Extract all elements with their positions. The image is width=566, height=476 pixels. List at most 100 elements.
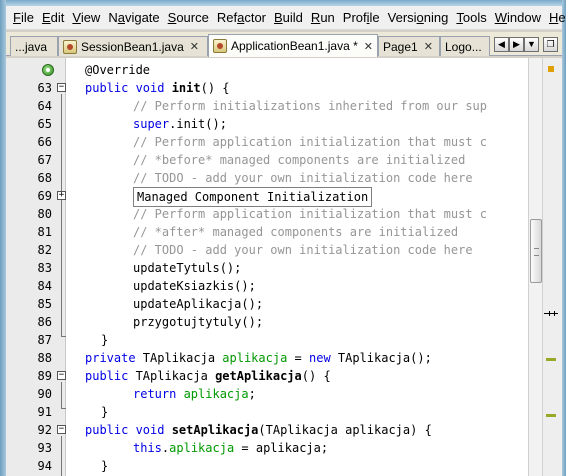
line-number: 65: [37, 117, 52, 131]
line-number: 67: [37, 153, 52, 167]
tab-label: Logo...: [445, 39, 482, 54]
menu-file[interactable]: File: [10, 6, 39, 30]
tab-java-partial[interactable]: ...java: [10, 36, 58, 56]
code-comment: // Perform application initialization th…: [133, 207, 488, 221]
code-text: }: [101, 405, 109, 419]
line-number: 83: [37, 261, 52, 275]
code-line: 84 updateKsiazkis();: [6, 277, 528, 295]
code-comment: // Perform initializations inherited fro…: [133, 99, 488, 113]
line-number: 81: [37, 225, 52, 239]
code-line: 66 // Perform application initialization…: [6, 133, 528, 151]
line-number: 91: [37, 405, 52, 419]
line-number: 80: [37, 207, 52, 221]
vertical-scrollbar[interactable]: [528, 58, 542, 476]
code-comment: // Perform application initialization th…: [133, 135, 488, 149]
code-text: return aplikacja;: [133, 387, 256, 401]
code-text: this.aplikacja = aplikacja;: [133, 441, 329, 455]
code-line: 88 private TAplikacja aplikacja = new TA…: [6, 349, 528, 367]
close-icon[interactable]: ✕: [190, 40, 199, 53]
override-annotation-icon[interactable]: [42, 64, 54, 76]
error-stripe[interactable]: [542, 58, 562, 476]
menu-refactor[interactable]: Refactor: [214, 6, 271, 30]
menu-source[interactable]: Source: [165, 6, 214, 30]
code-comment: // TODO - add your own initialization co…: [133, 243, 473, 257]
code-comment: // *before* managed components are initi…: [133, 153, 466, 167]
menu-profile[interactable]: Profile: [340, 6, 385, 30]
tab-label: ...java: [15, 39, 48, 54]
annotation-marker[interactable]: [546, 414, 556, 417]
warning-marker[interactable]: [548, 66, 554, 72]
tab-list-icon[interactable]: ▼: [524, 37, 539, 52]
tab-label: SessionBean1.java: [81, 39, 184, 54]
code-line: 94 }: [6, 457, 528, 475]
code-line: 85 updateAplikacja();: [6, 295, 528, 313]
caret-position-icon: [544, 310, 558, 318]
code-text: przygotujtytuly();: [133, 315, 264, 329]
menu-help[interactable]: Help: [546, 6, 566, 30]
code-comment: // TODO - add your own initialization co…: [133, 171, 473, 185]
code-text: updateTytuls();: [133, 261, 242, 275]
tab-logo[interactable]: Logo...: [440, 36, 490, 56]
code-line: 89 − public TAplikacja getAplikacja() {: [6, 367, 528, 385]
code-line: 68 // TODO - add your own initialization…: [6, 169, 528, 187]
line-number: 88: [37, 351, 52, 365]
menu-navigate[interactable]: Navigate: [105, 6, 164, 30]
menu-tools[interactable]: Tools: [453, 6, 491, 30]
code-text: private TAplikacja aplikacja = new TApli…: [85, 351, 432, 365]
code-line: 63 − public void init() {: [6, 79, 528, 97]
code-line: 69 + Managed Component Initialization: [6, 187, 528, 207]
java-file-icon: [213, 39, 227, 53]
line-number: 69: [37, 189, 52, 203]
code-text: updateAplikacja();: [133, 297, 264, 311]
collapse-fold-icon[interactable]: −: [57, 371, 66, 380]
code-text: updateKsiazkis();: [133, 279, 256, 293]
code-text: public void init() {: [85, 81, 230, 95]
restore-window-icon[interactable]: ❐: [543, 37, 558, 52]
line-number: 92: [37, 423, 52, 437]
line-number: 84: [37, 279, 52, 293]
menu-build[interactable]: Build: [271, 6, 308, 30]
menu-bar: File Edit View Navigate Source Refactor …: [6, 6, 566, 30]
tab-applicationbean1[interactable]: ApplicationBean1.java * ✕: [208, 34, 378, 57]
scroll-tabs-left-icon[interactable]: ◀: [494, 37, 509, 52]
code-line: 87 }: [6, 331, 528, 349]
code-comment: // *after* managed components are initia…: [133, 225, 459, 239]
line-number: 82: [37, 243, 52, 257]
menu-run[interactable]: Run: [308, 6, 340, 30]
code-line: @Override: [6, 61, 528, 79]
window-frame-right: [562, 0, 566, 476]
code-text: }: [101, 459, 109, 473]
collapse-fold-icon[interactable]: −: [57, 425, 66, 434]
menu-edit[interactable]: Edit: [39, 6, 69, 30]
annotation-marker[interactable]: [546, 358, 556, 361]
code-text: super.init();: [133, 117, 227, 131]
line-number: 87: [37, 333, 52, 347]
close-icon[interactable]: ✕: [364, 40, 373, 53]
close-icon[interactable]: ✕: [424, 40, 433, 53]
line-number: 64: [37, 99, 52, 113]
tab-page1[interactable]: Page1 ✕: [378, 36, 440, 56]
code-line: 81 // *after* managed components are ini…: [6, 223, 528, 241]
tab-label: ApplicationBean1.java *: [231, 39, 358, 53]
java-file-icon: [63, 39, 77, 54]
code-text: @Override: [85, 63, 151, 77]
menu-window[interactable]: Window: [492, 6, 546, 30]
folded-code-block[interactable]: Managed Component Initialization: [133, 187, 373, 207]
line-number: 63: [37, 81, 52, 95]
tab-sessionbean1[interactable]: SessionBean1.java ✕: [58, 36, 208, 56]
code-editor[interactable]: @Override 63 − public void init() { 64 /…: [6, 58, 528, 476]
code-line: 90 return aplikacja;: [6, 385, 528, 403]
code-text: }: [101, 333, 109, 347]
scrollbar-thumb[interactable]: [530, 219, 542, 283]
expand-fold-icon[interactable]: +: [57, 191, 66, 200]
code-line: 82 // TODO - add your own initialization…: [6, 241, 528, 259]
collapse-fold-icon[interactable]: −: [57, 83, 66, 92]
menu-view[interactable]: View: [69, 6, 105, 30]
scroll-tabs-right-icon[interactable]: ▶: [509, 37, 524, 52]
menu-versioning[interactable]: Versioning: [385, 6, 454, 30]
code-line: 67 // *before* managed components are in…: [6, 151, 528, 169]
editor-tab-bar: ...java SessionBean1.java ✕ ApplicationB…: [6, 32, 562, 57]
code-text: public void setAplikacja(TAplikacja apli…: [85, 423, 432, 437]
tab-label: Page1: [383, 39, 418, 54]
line-number: 85: [37, 297, 52, 311]
